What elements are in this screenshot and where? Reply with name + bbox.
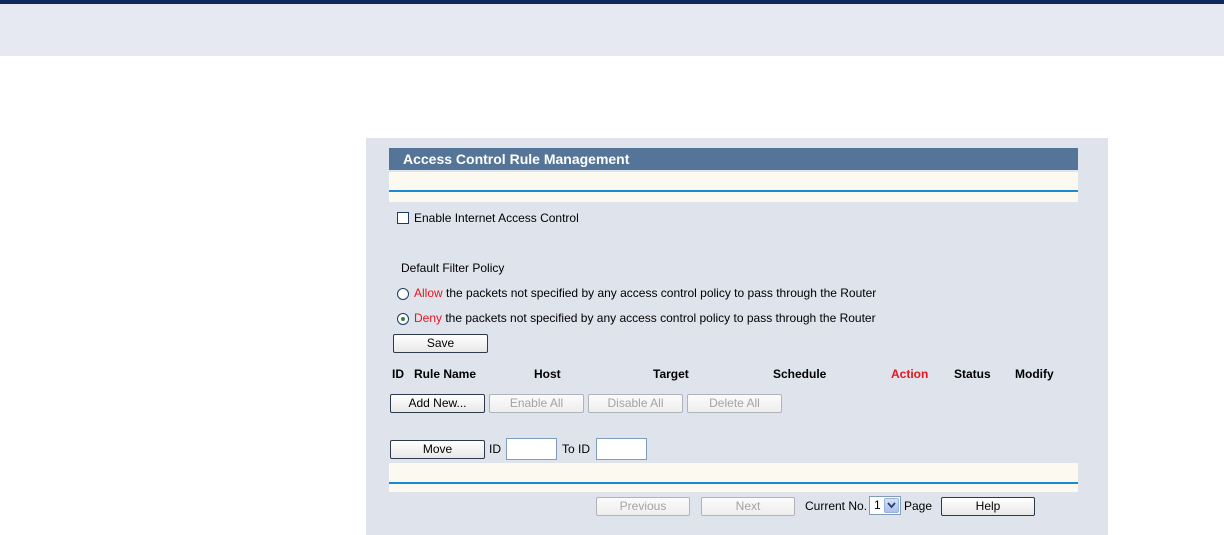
column-header-host: Host	[534, 367, 561, 381]
page-label: Page	[904, 499, 933, 513]
allow-policy-text: the packets not specified by any access …	[442, 286, 877, 300]
move-button[interactable]: Move	[390, 440, 485, 459]
move-id-input[interactable]	[506, 438, 557, 460]
column-header-action: Action	[891, 367, 929, 381]
enable-access-control-label: Enable Internet Access Control	[414, 211, 579, 225]
column-header-modify: Modify	[1015, 367, 1054, 381]
delete-all-button[interactable]: Delete All	[687, 394, 782, 413]
chevron-down-icon[interactable]	[884, 498, 899, 513]
header-band	[0, 4, 1224, 56]
title-stripe	[389, 172, 1078, 202]
enable-access-control-checkbox[interactable]	[397, 212, 409, 224]
default-policy-heading: Default Filter Policy	[401, 261, 505, 275]
current-no-label: Current No.	[805, 499, 868, 513]
deny-policy-label: Deny the packets not specified by any ac…	[414, 311, 876, 325]
add-new-button[interactable]: Add New...	[390, 394, 485, 413]
deny-policy-text: the packets not specified by any access …	[442, 311, 876, 325]
footer-divider-line	[389, 482, 1078, 484]
footer-stripe	[389, 463, 1078, 492]
page-select-value: 1	[874, 498, 881, 512]
divider-line	[389, 190, 1078, 192]
column-header-id: ID	[392, 367, 404, 381]
help-button[interactable]: Help	[941, 497, 1035, 516]
panel-title: Access Control Rule Management	[389, 148, 1078, 170]
allow-keyword: Allow	[414, 286, 443, 300]
deny-policy-radio[interactable]	[397, 313, 409, 325]
column-header-rule-name: Rule Name	[414, 367, 477, 381]
previous-button[interactable]: Previous	[596, 497, 690, 516]
next-button[interactable]: Next	[701, 497, 795, 516]
page-select[interactable]: 1	[869, 496, 901, 515]
allow-policy-radio[interactable]	[397, 288, 409, 300]
column-header-target: Target	[653, 367, 689, 381]
radio-selected-dot	[401, 317, 405, 321]
move-id-label: ID	[489, 442, 501, 456]
column-header-schedule: Schedule	[773, 367, 827, 381]
move-to-id-input[interactable]	[596, 438, 647, 460]
disable-all-button[interactable]: Disable All	[588, 394, 683, 413]
allow-policy-label: Allow the packets not specified by any a…	[414, 286, 876, 300]
deny-keyword: Deny	[414, 311, 443, 325]
save-button[interactable]: Save	[393, 334, 488, 353]
move-to-id-label: To ID	[562, 442, 591, 456]
enable-all-button[interactable]: Enable All	[489, 394, 584, 413]
column-header-status: Status	[954, 367, 991, 381]
